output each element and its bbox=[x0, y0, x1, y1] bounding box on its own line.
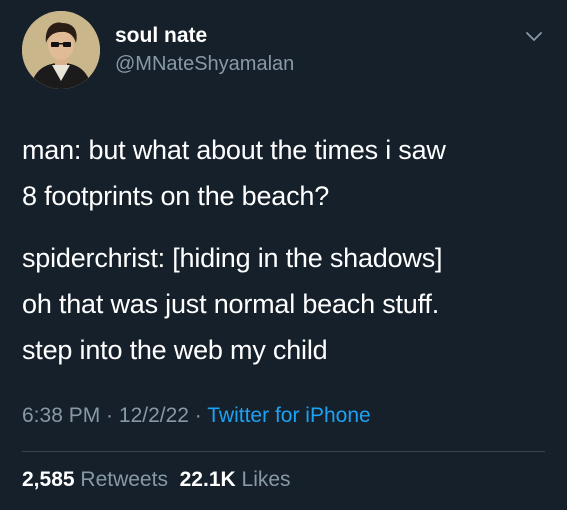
tweet-time[interactable]: 6:38 PM bbox=[22, 404, 100, 427]
tweet-text-line: spiderchrist: [hiding in the shadows] bbox=[22, 243, 443, 273]
tweet-text-line: oh that was just normal beach stuff. bbox=[22, 289, 440, 319]
chevron-down-icon[interactable] bbox=[522, 24, 546, 48]
divider bbox=[22, 451, 545, 452]
likes-stat[interactable]: 22.1K Likes bbox=[180, 468, 291, 491]
tweet: soul nate @MNateShyamalan man: but what … bbox=[0, 0, 567, 510]
user-handle[interactable]: @MNateShyamalan bbox=[115, 53, 294, 76]
tweet-text-paragraph-2: spiderchrist: [hiding in the shadows] oh… bbox=[22, 235, 552, 373]
tweet-text-line: step into the web my child bbox=[22, 335, 328, 365]
tweet-text-line: man: but what about the times i saw bbox=[22, 135, 446, 165]
tweet-meta: 6:38 PM · 12/2/22 · Twitter for iPhone bbox=[22, 404, 371, 428]
retweets-count: 2,585 bbox=[22, 468, 75, 491]
display-name[interactable]: soul nate bbox=[115, 24, 207, 48]
tweet-stats: 2,585 Retweets 22.1K Likes bbox=[22, 468, 291, 492]
retweets-label: Retweets bbox=[80, 468, 168, 491]
tweet-text-line: 8 footprints on the beach? bbox=[22, 181, 330, 211]
meta-separator: · bbox=[188, 404, 208, 427]
avatar[interactable] bbox=[22, 11, 100, 89]
meta-separator: · bbox=[100, 404, 119, 427]
tweet-source-link[interactable]: Twitter for iPhone bbox=[207, 404, 370, 427]
tweet-date[interactable]: 12/2/22 bbox=[119, 404, 189, 427]
retweets-stat[interactable]: 2,585 Retweets bbox=[22, 468, 168, 491]
likes-label: Likes bbox=[241, 468, 291, 491]
tweet-text-paragraph-1: man: but what about the times i saw 8 fo… bbox=[22, 127, 552, 219]
likes-count: 22.1K bbox=[179, 468, 236, 491]
